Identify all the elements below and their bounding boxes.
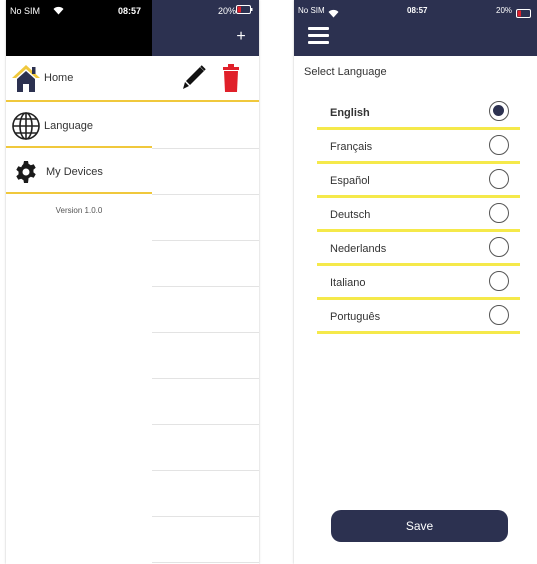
carrier-label: No SIM <box>298 6 325 15</box>
language-option-english[interactable]: English <box>317 96 520 130</box>
device-actions <box>152 56 259 100</box>
wifi-icon <box>328 5 339 23</box>
radio-button[interactable] <box>489 305 509 325</box>
trash-icon[interactable] <box>222 64 240 97</box>
language-label: Deutsch <box>330 209 371 221</box>
radio-button[interactable] <box>489 203 509 223</box>
menu-item-home[interactable]: Home <box>6 56 73 100</box>
menu-label-language: Language <box>44 120 93 132</box>
language-label: Français <box>330 141 373 153</box>
divider <box>152 148 259 149</box>
device-list-strip <box>152 56 259 564</box>
carrier-label: No SIM <box>10 6 41 16</box>
menu-label-home: Home <box>44 72 74 84</box>
divider <box>152 562 259 563</box>
divider <box>152 516 259 517</box>
divider <box>152 332 259 333</box>
battery-percent: 20% <box>218 6 237 16</box>
language-option-nederlands[interactable]: Nederlands <box>317 232 520 266</box>
radio-button[interactable] <box>489 101 509 121</box>
battery-percent: 20% <box>496 6 513 15</box>
language-label: English <box>330 107 370 119</box>
language-option-francais[interactable]: Français <box>317 130 520 164</box>
divider <box>152 470 259 471</box>
menu-divider <box>6 146 152 148</box>
status-time: 08:57 <box>118 6 142 16</box>
language-label: Nederlands <box>330 243 387 255</box>
language-label: Português <box>330 311 381 323</box>
menu-item-language[interactable]: Language <box>6 104 93 148</box>
radio-button[interactable] <box>489 237 509 257</box>
menu-divider <box>6 192 152 194</box>
language-label: Español <box>330 175 370 187</box>
divider <box>152 240 259 241</box>
wifi-icon <box>53 6 64 17</box>
menu-divider <box>6 100 152 102</box>
radio-button[interactable] <box>489 135 509 155</box>
language-label: Italiano <box>330 277 366 289</box>
divider <box>152 424 259 425</box>
language-option-deutsch[interactable]: Deutsch <box>317 198 520 232</box>
status-bar: No SIM 08:57 20% <box>6 0 259 56</box>
page-title: Select Language <box>304 66 387 78</box>
right-screen: No SIM 08:57 20% Select Language English… <box>294 0 537 564</box>
radio-button[interactable] <box>489 169 509 189</box>
radio-button[interactable] <box>489 271 509 291</box>
language-option-portugues[interactable]: Português <box>317 300 520 334</box>
divider <box>152 378 259 379</box>
hamburger-menu-icon[interactable] <box>308 27 329 44</box>
add-button[interactable]: + <box>232 28 250 46</box>
status-time: 08:57 <box>407 6 428 15</box>
version-label: Version 1.0.0 <box>55 206 103 215</box>
pencil-icon[interactable] <box>182 65 206 96</box>
top-bar: No SIM 08:57 20% <box>294 0 537 56</box>
battery-icon <box>516 5 534 23</box>
language-option-italiano[interactable]: Italiano <box>317 266 520 300</box>
divider <box>152 194 259 195</box>
left-screen: No SIM 08:57 20% + Home Language My Devi… <box>6 0 259 564</box>
divider <box>152 286 259 287</box>
menu-label-my-devices: My Devices <box>46 166 103 178</box>
menu-item-my-devices[interactable]: My Devices <box>6 150 103 194</box>
globe-icon <box>10 110 42 142</box>
home-icon <box>10 62 42 94</box>
language-option-espanol[interactable]: Español <box>317 164 520 198</box>
side-menu: Home Language My Devices Version 1.0.0 <box>6 56 153 564</box>
battery-icon <box>236 5 254 16</box>
gear-icon <box>14 160 38 184</box>
divider <box>152 100 259 102</box>
save-button[interactable]: Save <box>331 510 508 542</box>
